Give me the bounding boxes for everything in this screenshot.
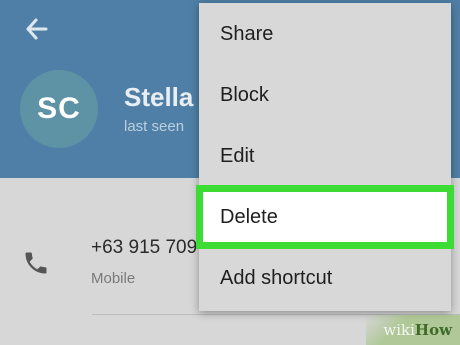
phone-icon [22, 249, 50, 277]
watermark-wiki: wiki [383, 321, 415, 339]
menu-item-block[interactable]: Block [199, 65, 451, 126]
wikihow-watermark: wiki How [366, 315, 460, 345]
watermark-how: How [414, 321, 452, 339]
menu-item-add-shortcut[interactable]: Add shortcut [199, 248, 451, 309]
menu-item-delete[interactable]: Delete [196, 185, 454, 249]
phone-number[interactable]: +63 915 709 [91, 237, 197, 259]
last-seen-status: last seen [124, 118, 185, 135]
overflow-menu: Share Block Edit Delete Add shortcut [196, 3, 454, 311]
menu-item-share[interactable]: Share [199, 4, 451, 65]
back-arrow-icon[interactable] [22, 14, 52, 44]
phone-type-label: Mobile [91, 270, 136, 287]
avatar[interactable]: SC [20, 70, 98, 148]
menu-item-edit[interactable]: Edit [199, 126, 451, 187]
